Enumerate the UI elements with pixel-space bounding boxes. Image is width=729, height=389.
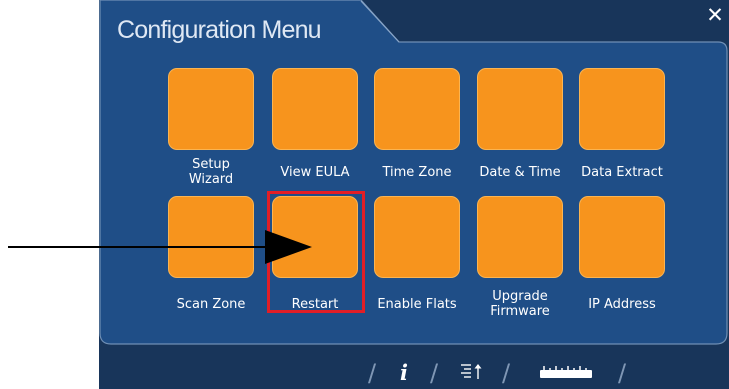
tile-button-face[interactable] (272, 68, 358, 150)
info-icon[interactable]: i (394, 358, 414, 386)
tile-label: Setup Wizard (188, 157, 234, 187)
tile-button-face[interactable] (579, 196, 665, 278)
tile-label: IP Address (588, 297, 656, 312)
tile-button-face[interactable] (374, 196, 460, 278)
tile-button-face[interactable] (168, 196, 254, 278)
tile-label: Upgrade Firmware (490, 289, 550, 319)
tile-label: Scan Zone (176, 297, 246, 312)
tile-button-face[interactable] (374, 68, 460, 150)
panel-frame (99, 0, 728, 345)
tile-label: Restart (291, 297, 339, 312)
tile-button-face[interactable] (168, 68, 254, 150)
tile-label: Data Extract (581, 165, 663, 180)
configuration-menu-window: Configuration Menu ✕ (99, 0, 729, 389)
tile-button-face[interactable] (579, 68, 665, 150)
tile-label: Date & Time (479, 165, 561, 180)
separator: / (502, 359, 511, 387)
sort-list-icon[interactable] (456, 358, 486, 386)
tile-button-face[interactable] (477, 196, 563, 278)
tile-button-face[interactable] (272, 196, 358, 278)
close-icon[interactable]: ✕ (704, 3, 726, 27)
separator: / (618, 359, 627, 387)
tile-label: View EULA (280, 165, 350, 180)
tile-label: Time Zone (382, 165, 452, 180)
tile-label: Enable Flats (377, 297, 457, 312)
ruler-icon[interactable] (534, 358, 598, 386)
separator: / (430, 359, 439, 387)
window-title: Configuration Menu (117, 16, 322, 44)
tile-button-face[interactable] (477, 68, 563, 150)
separator: / (368, 359, 377, 387)
